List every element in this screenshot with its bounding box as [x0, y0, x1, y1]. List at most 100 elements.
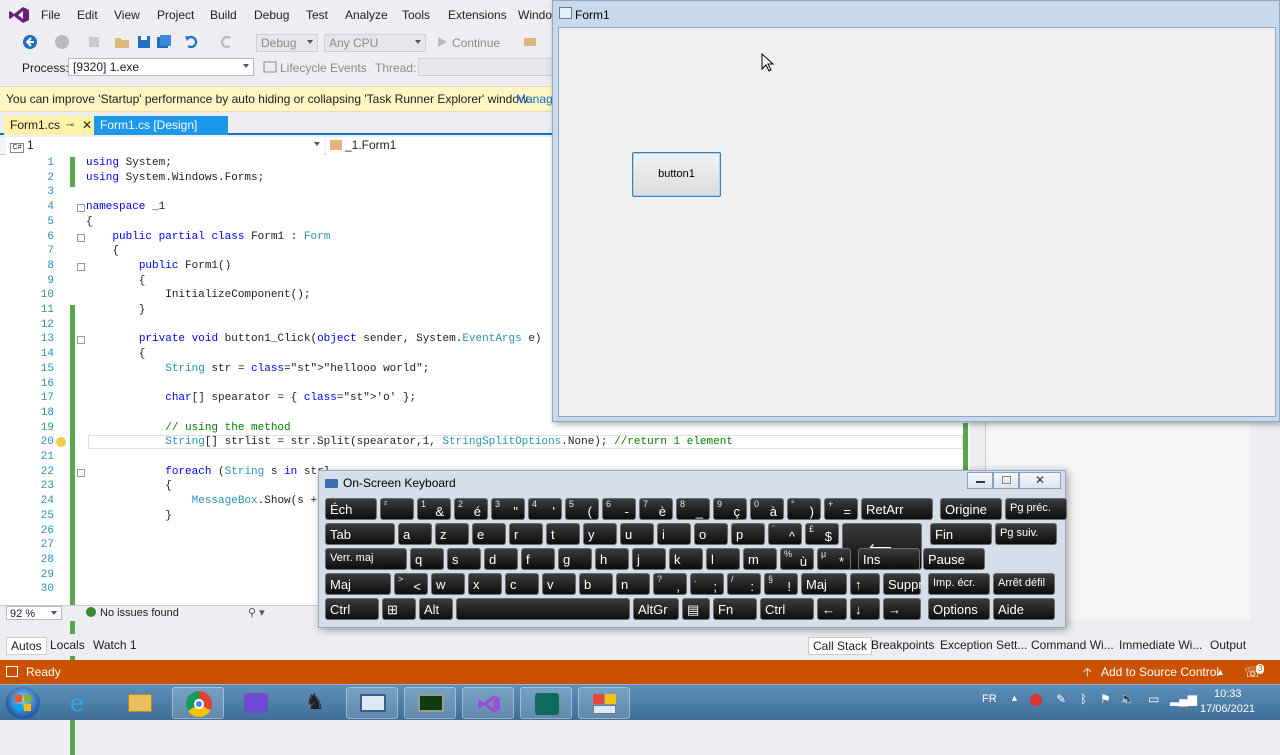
file-explorer-taskbar[interactable] [114, 687, 166, 719]
tab-call-stack[interactable]: Call Stack [808, 637, 873, 655]
osk-key[interactable]: /: [727, 573, 761, 595]
lifecycle-icon[interactable] [262, 59, 278, 75]
menu-build[interactable]: Build [210, 8, 237, 22]
project-dropdown[interactable]: C# 1 [6, 137, 324, 155]
tab-form1-design[interactable]: Form1.cs [Design] [94, 116, 228, 135]
code-line[interactable]: { [86, 216, 93, 228]
osk-key[interactable]: x [468, 573, 502, 595]
osk-key[interactable]: Pause [923, 548, 985, 570]
osk-key[interactable]: ← [817, 598, 847, 620]
osk-key[interactable]: Fn [713, 598, 757, 620]
menu-analyze[interactable]: Analyze [345, 8, 388, 22]
osk-key[interactable]: q [410, 548, 444, 570]
lifecycle-events-dropdown[interactable]: Lifecycle Events [280, 61, 367, 75]
osk-key[interactable]: 7è [639, 498, 673, 520]
osk-key[interactable]: Suppr [883, 573, 923, 595]
osk-key[interactable]: .; [690, 573, 724, 595]
code-line[interactable]: InitializeComponent(); [86, 289, 310, 301]
output-window-icon[interactable] [6, 666, 18, 677]
record-icon[interactable] [1030, 694, 1042, 706]
tab-command-window[interactable]: Command Wi... [1027, 637, 1118, 653]
tab-form1-cs[interactable]: Form1.cs ⊸ ✕ [4, 116, 94, 135]
brush-icon[interactable]: ⚲ ▾ [248, 606, 265, 619]
osk-key[interactable]: % ù [780, 548, 814, 570]
osk-key[interactable]: ▤ [682, 598, 710, 620]
menu-project[interactable]: Project [157, 8, 194, 22]
code-line[interactable]: namespace _1 [86, 201, 165, 213]
tab-exception-settings[interactable]: Exception Sett... [936, 637, 1031, 653]
osk-key[interactable]: ↑ [850, 573, 880, 595]
osk-key[interactable]: 6- [602, 498, 636, 520]
tab-breakpoints[interactable]: Breakpoints [867, 637, 938, 653]
tab-output[interactable]: Output [1206, 637, 1250, 653]
maximize-button[interactable] [993, 472, 1019, 489]
code-line[interactable]: } [86, 510, 172, 522]
menu-test[interactable]: Test [306, 8, 328, 22]
osk-key[interactable]: ¨ ^ [768, 523, 802, 545]
osk-key[interactable]: 4 ' [528, 498, 562, 520]
code-line[interactable]: { [86, 275, 146, 287]
lightbulb-icon[interactable] [56, 437, 66, 447]
osk-key[interactable]: RetArr [861, 498, 933, 520]
menu-view[interactable]: View [114, 8, 140, 22]
osk-key[interactable]: Maj [325, 573, 391, 595]
code-line[interactable]: } [86, 304, 146, 316]
osk-key[interactable]: + = [824, 498, 858, 520]
visual-studio-taskbar[interactable] [462, 687, 514, 719]
code-line[interactable]: String str = class="st">"hellooo world"; [86, 363, 429, 375]
osk-key[interactable]: £ $ [805, 523, 839, 545]
language-indicator[interactable]: FR [982, 693, 997, 705]
wifi-icon[interactable]: ▂▄▆ [1170, 692, 1197, 706]
code-line[interactable]: // using the method [86, 422, 290, 434]
menu-edit[interactable]: Edit [77, 8, 98, 22]
continue-button[interactable]: Continue [452, 36, 500, 50]
osk-key[interactable]: Pg préc. [1005, 498, 1067, 520]
osk-key[interactable]: 5( [565, 498, 599, 520]
osk-key[interactable]: l [706, 548, 740, 570]
osk-key[interactable]: y [583, 523, 617, 545]
osk-key[interactable]: Ins [858, 548, 920, 570]
pin-icon[interactable]: ⊸ [66, 116, 74, 135]
open-folder-icon[interactable] [114, 34, 130, 50]
osk-key[interactable]: e [472, 523, 506, 545]
osk-key[interactable]: o [694, 523, 728, 545]
osk-key[interactable]: i [657, 523, 691, 545]
osk-key[interactable]: t [546, 523, 580, 545]
solution-config-dropdown[interactable]: Debug [256, 34, 318, 52]
osk-key[interactable]: 8 _ [676, 498, 710, 520]
osk-key[interactable]: 9ç [713, 498, 747, 520]
form1-window[interactable]: Form1 button1 [552, 0, 1280, 422]
code-line[interactable]: public partial class Form1 : Form [86, 231, 330, 243]
osk-key[interactable]: Aide [993, 598, 1055, 620]
menu-extensions[interactable]: Extensions [448, 8, 507, 22]
osk-key[interactable]: n [616, 573, 650, 595]
collapse-icon[interactable] [77, 262, 85, 271]
code-line[interactable]: { [86, 480, 172, 492]
menu-tools[interactable]: Tools [402, 8, 430, 22]
tab-autos[interactable]: Autos [6, 637, 47, 655]
tab-immediate-window[interactable]: Immediate Wi... [1115, 637, 1206, 653]
undo-icon[interactable] [184, 34, 200, 50]
osk-key[interactable]: 1 & [417, 498, 451, 520]
osk-key[interactable]: §! [764, 573, 798, 595]
osk-key[interactable]: p [731, 523, 765, 545]
issues-status[interactable]: No issues found [100, 607, 179, 619]
collapse-icon[interactable] [77, 233, 85, 242]
osk-key[interactable]: m [743, 548, 777, 570]
type-dropdown[interactable]: _1.Form1 [326, 137, 558, 155]
show-hidden-icons-icon[interactable]: ▲ [1010, 693, 1019, 703]
platform-dropdown[interactable]: Any CPU [324, 34, 426, 52]
code-line[interactable]: char[] spearator = { class="st">'o' }; [86, 392, 416, 404]
start-button[interactable] [6, 687, 40, 719]
osk-key[interactable] [456, 598, 630, 620]
osk-key[interactable]: 0à [750, 498, 784, 520]
osk-key[interactable]: Pg suiv. [995, 523, 1057, 545]
new-project-icon[interactable] [86, 34, 102, 50]
osk-key[interactable]: → [883, 598, 921, 620]
osk-key[interactable]: c [505, 573, 539, 595]
info-bar-manage-link[interactable]: Manag [516, 87, 553, 111]
code-line[interactable]: public Form1() [86, 260, 231, 272]
clock-date[interactable]: 17/06/2021 [1200, 703, 1255, 715]
osk-key[interactable]: Tab [325, 523, 395, 545]
osk-key[interactable]: k [669, 548, 703, 570]
